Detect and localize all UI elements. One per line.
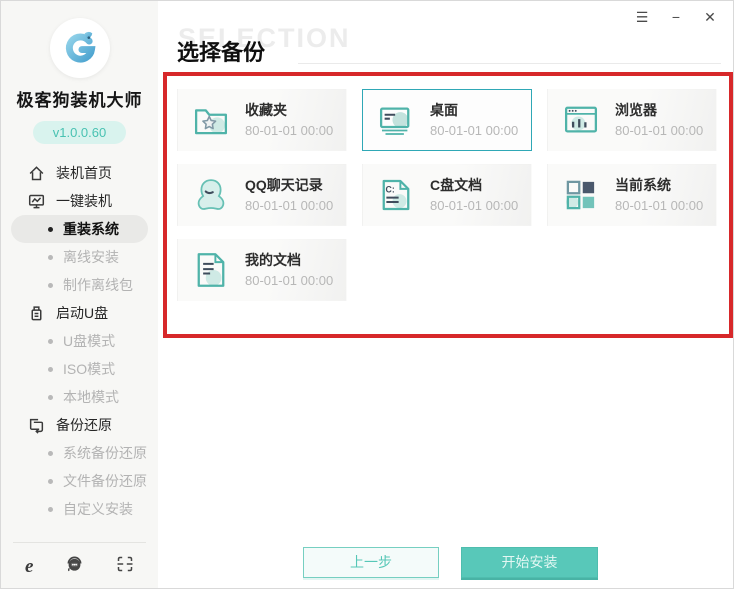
sidebar-item-usb-mode[interactable]: U盘模式	[1, 327, 158, 355]
app-name: 极客狗装机大师	[16, 91, 143, 110]
card-title: 收藏夹	[245, 102, 287, 119]
backup-card-grid: 收藏夹 80-01-01 00:00 桌面 80-01-01 00:00 浏览器…	[177, 89, 717, 301]
bullet-dot-icon	[48, 254, 53, 260]
backup-card-qq-history[interactable]: QQ聊天记录 80-01-01 00:00	[177, 164, 347, 226]
bullet-dot-icon	[48, 506, 53, 512]
card-date: 80-01-01 00:00	[245, 197, 334, 213]
title-underline	[298, 63, 721, 64]
sidebar-item-label: 重装系统	[63, 221, 119, 237]
sidebar-item-label: 文件备份还原	[63, 473, 147, 489]
sidebar-item-label: 自定义安装	[63, 501, 133, 517]
sidebar-item-label: 制作离线包	[63, 277, 133, 293]
sidebar-item-label: 一键装机	[56, 193, 112, 209]
backup-card-browser[interactable]: 浏览器 80-01-01 00:00	[547, 89, 717, 151]
sidebar-item-label: U盘模式	[63, 333, 116, 349]
sidebar-item-backup-restore[interactable]: 备份还原	[1, 411, 158, 439]
main-content: ☰ − ✕ SELECTION 选择备份 收藏夹 80-01-01 00:00	[158, 1, 733, 588]
card-date: 80-01-01 00:00	[430, 122, 519, 138]
card-title: 桌面	[430, 102, 458, 119]
sidebar-item-label: 系统备份还原	[63, 445, 147, 461]
card-title: 浏览器	[615, 102, 657, 119]
qr-scan-icon[interactable]	[116, 555, 134, 578]
sidebar-item-custom-install[interactable]: 自定义安装	[1, 495, 158, 523]
usb-drive-icon	[28, 305, 45, 322]
sidebar-item-label: 启动U盘	[56, 305, 109, 321]
sidebar: 极客狗装机大师 v1.0.0.60 装机首页 一键装机 重装系统 离线安装 制作…	[1, 1, 158, 588]
support-headset-icon[interactable]	[65, 554, 84, 578]
my-documents-icon	[197, 253, 225, 287]
bullet-dot-icon	[48, 282, 53, 288]
ie-browser-icon[interactable]: e	[25, 557, 33, 576]
card-title: 我的文档	[245, 252, 301, 269]
sidebar-item-label: 备份还原	[56, 417, 112, 433]
card-title: 当前系统	[615, 177, 671, 194]
sidebar-item-label: ISO模式	[63, 361, 116, 377]
bullet-dot-icon	[48, 338, 53, 344]
home-icon	[28, 165, 45, 182]
close-icon[interactable]: ✕	[702, 9, 718, 26]
minimize-icon[interactable]: −	[668, 9, 684, 26]
card-date: 80-01-01 00:00	[245, 272, 334, 288]
sidebar-item-file-backup-restore[interactable]: 文件备份还原	[1, 467, 158, 495]
bullet-dot-icon	[48, 450, 53, 456]
qq-penguin-icon	[197, 179, 225, 210]
backup-card-my-documents[interactable]: 我的文档 80-01-01 00:00	[177, 239, 347, 301]
system-tiles-icon	[566, 180, 595, 210]
backup-restore-icon	[28, 417, 45, 434]
sidebar-item-home[interactable]: 装机首页	[1, 159, 158, 187]
card-title: C盘文档	[430, 177, 483, 194]
page-title: 选择备份	[177, 40, 266, 65]
start-install-button[interactable]: 开始安装	[461, 547, 598, 578]
sidebar-item-label: 离线安装	[63, 249, 119, 265]
sidebar-item-local-mode[interactable]: 本地模式	[1, 383, 158, 411]
browser-icon	[564, 106, 598, 133]
c-drive-doc-icon: C:	[382, 179, 410, 211]
svg-text:C:: C:	[386, 184, 395, 194]
version-badge: v1.0.0.60	[32, 121, 127, 144]
sidebar-footer: e	[1, 542, 158, 588]
window-controls: ☰ − ✕	[634, 9, 718, 26]
sidebar-item-offline-install[interactable]: 离线安装	[1, 243, 158, 271]
monitor-chart-icon	[28, 193, 45, 210]
backup-card-c-drive-docs[interactable]: C: C盘文档 80-01-01 00:00	[362, 164, 532, 226]
card-date: 80-01-01 00:00	[615, 122, 704, 138]
backup-card-current-system[interactable]: 当前系统 80-01-01 00:00	[547, 164, 717, 226]
sidebar-item-label: 装机首页	[56, 165, 112, 181]
card-date: 80-01-01 00:00	[430, 197, 519, 213]
bullet-dot-icon	[48, 478, 53, 484]
menu-icon[interactable]: ☰	[634, 9, 650, 26]
sidebar-nav: 装机首页 一键装机 重装系统 离线安装 制作离线包 启动U盘 U盘模式 ISO模…	[1, 159, 158, 523]
bullet-dot-icon	[48, 226, 53, 232]
sidebar-item-system-backup-restore[interactable]: 系统备份还原	[1, 439, 158, 467]
bullet-dot-icon	[48, 366, 53, 372]
sidebar-item-reinstall-system[interactable]: 重装系统	[11, 215, 148, 243]
sidebar-item-iso-mode[interactable]: ISO模式	[1, 355, 158, 383]
card-date: 80-01-01 00:00	[245, 122, 334, 138]
app-logo	[49, 18, 110, 78]
folder-star-icon	[194, 109, 228, 135]
backup-card-favorites[interactable]: 收藏夹 80-01-01 00:00	[177, 89, 347, 151]
bullet-dot-icon	[48, 394, 53, 400]
backup-card-desktop[interactable]: 桌面 80-01-01 00:00	[362, 89, 532, 151]
dog-g-logo-icon	[65, 31, 95, 63]
sidebar-item-boot-usb[interactable]: 启动U盘	[1, 299, 158, 327]
sidebar-item-label: 本地模式	[63, 389, 119, 405]
sidebar-item-make-offline-pack[interactable]: 制作离线包	[1, 271, 158, 299]
previous-step-button[interactable]: 上一步	[303, 547, 439, 578]
card-title: QQ聊天记录	[245, 177, 323, 194]
card-date: 80-01-01 00:00	[615, 197, 704, 213]
sidebar-item-one-key-install[interactable]: 一键装机	[1, 187, 158, 215]
desktop-icon	[379, 107, 410, 135]
